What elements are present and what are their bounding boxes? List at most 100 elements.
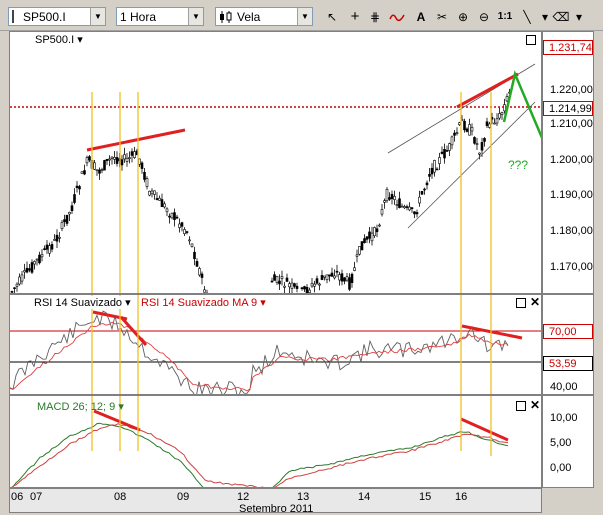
candle (26, 268, 28, 272)
candle (71, 206, 73, 211)
candle (494, 123, 496, 124)
candle (194, 252, 196, 259)
candle (66, 215, 68, 223)
candle (466, 129, 468, 132)
candle (401, 206, 403, 207)
time-label: 14 (358, 491, 370, 503)
candle (411, 208, 413, 209)
candle (181, 223, 183, 227)
month-label: Setembro 2011 (239, 503, 313, 515)
grid-icon[interactable]: ⋕ (367, 7, 383, 26)
candle (429, 174, 431, 176)
candle (74, 195, 76, 203)
candle (454, 133, 456, 135)
candle (49, 246, 51, 254)
candle (431, 168, 433, 174)
top-price-badge: 1.231,74 (543, 40, 593, 55)
macd-pane[interactable]: MACD 26; 12; 9 ▾ ✕ (9, 395, 542, 488)
rsi-chart (10, 295, 542, 395)
candle (126, 158, 128, 161)
close-icon[interactable]: ✕ (530, 398, 540, 412)
candle (144, 172, 146, 179)
zoom-1-1-button[interactable]: 1:1 (497, 7, 513, 26)
candle (484, 138, 486, 141)
candle (124, 155, 126, 159)
candle (284, 286, 286, 287)
price-chart (10, 32, 542, 294)
candle (184, 229, 186, 233)
maximize-icon[interactable] (526, 35, 536, 45)
maximize-icon[interactable] (516, 401, 526, 411)
chevron-down-icon[interactable]: ▼ (297, 8, 312, 25)
rsi-label[interactable]: RSI 14 Suavizado ▾ (34, 296, 131, 309)
candle (54, 239, 56, 240)
scale-tick: 1.220,00 (550, 84, 593, 96)
candle (456, 133, 458, 134)
scale-tick: 0,00 (550, 462, 571, 474)
rsi-ma-label[interactable]: RSI 14 Suavizado MA 9 ▾ (141, 296, 266, 309)
candle (421, 191, 423, 194)
indicators-icon[interactable] (388, 7, 406, 26)
candle (281, 277, 283, 279)
candle (464, 121, 466, 130)
time-label: 07 (30, 491, 42, 503)
candle (94, 163, 96, 169)
candle (439, 157, 441, 163)
candle (96, 170, 98, 171)
price-pane[interactable]: SP500.I ▾ ??? (9, 31, 542, 294)
close-icon[interactable]: ✕ (530, 295, 540, 309)
candle (146, 179, 148, 187)
candle (166, 209, 168, 212)
cursor-icon[interactable]: ↖ (324, 7, 340, 26)
candle (114, 157, 116, 159)
candle (116, 157, 118, 163)
time-label: 12 (237, 491, 249, 503)
candle (19, 277, 21, 284)
candle (349, 278, 351, 290)
maximize-icon[interactable] (516, 298, 526, 308)
candle (16, 284, 18, 286)
candle (489, 124, 491, 128)
zoom-in-icon[interactable]: ⊕ (455, 7, 471, 26)
candle (106, 159, 108, 160)
scale-tick: 10,00 (550, 412, 578, 424)
price-scale: 1.231,74 1.220,00 1.214,99 1.210,00 1.20… (542, 31, 594, 294)
macd-label[interactable]: MACD 26; 12; 9 ▾ (37, 400, 124, 413)
cut-icon[interactable]: ✂ (434, 7, 450, 26)
period-combo[interactable]: 1 Hora ▼ (116, 7, 204, 26)
crosshair-icon[interactable]: + (347, 7, 363, 26)
symbol-combo[interactable]: SP500.I ▼ (8, 7, 106, 26)
candle (444, 149, 446, 158)
eraser-icon[interactable]: ⌫ (553, 7, 569, 26)
candle (414, 212, 416, 214)
rsi-pane[interactable]: RSI 14 Suavizado ▾ RSI 14 Suavizado MA 9… (9, 294, 542, 395)
zoom-out-icon[interactable]: ⊖ (476, 7, 492, 26)
scale-tick: 1.210,00 (550, 118, 593, 130)
scale-tick: 1.190,00 (550, 189, 593, 201)
candle (111, 157, 113, 158)
candle (416, 212, 418, 213)
candle (406, 207, 408, 208)
candle (24, 270, 26, 272)
chevron-down-icon[interactable]: ▾ (540, 7, 550, 26)
candle (306, 287, 308, 293)
candle (336, 271, 338, 272)
period-value: 1 Hora (120, 10, 156, 24)
chart-style-combo[interactable]: Vela ▼ (215, 7, 313, 26)
candle (389, 198, 391, 200)
macd-scale: 10,00 5,00 0,00 (542, 395, 594, 488)
candle (276, 276, 278, 282)
candle (81, 172, 83, 174)
candle (171, 213, 173, 218)
chevron-down-icon[interactable]: ▼ (188, 8, 203, 25)
candle (424, 189, 426, 190)
price-pane-label[interactable]: SP500.I ▾ (35, 33, 83, 46)
text-icon[interactable]: A (413, 7, 429, 26)
candle (14, 288, 16, 289)
chevron-down-icon[interactable]: ▼ (90, 8, 105, 25)
candle (316, 279, 318, 284)
chevron-down-icon[interactable]: ▾ (574, 7, 584, 26)
current-price-badge: 1.214,99 (543, 101, 593, 116)
scale-tick: 40,00 (550, 381, 578, 393)
line-tool-icon[interactable]: ╲ (519, 7, 535, 26)
